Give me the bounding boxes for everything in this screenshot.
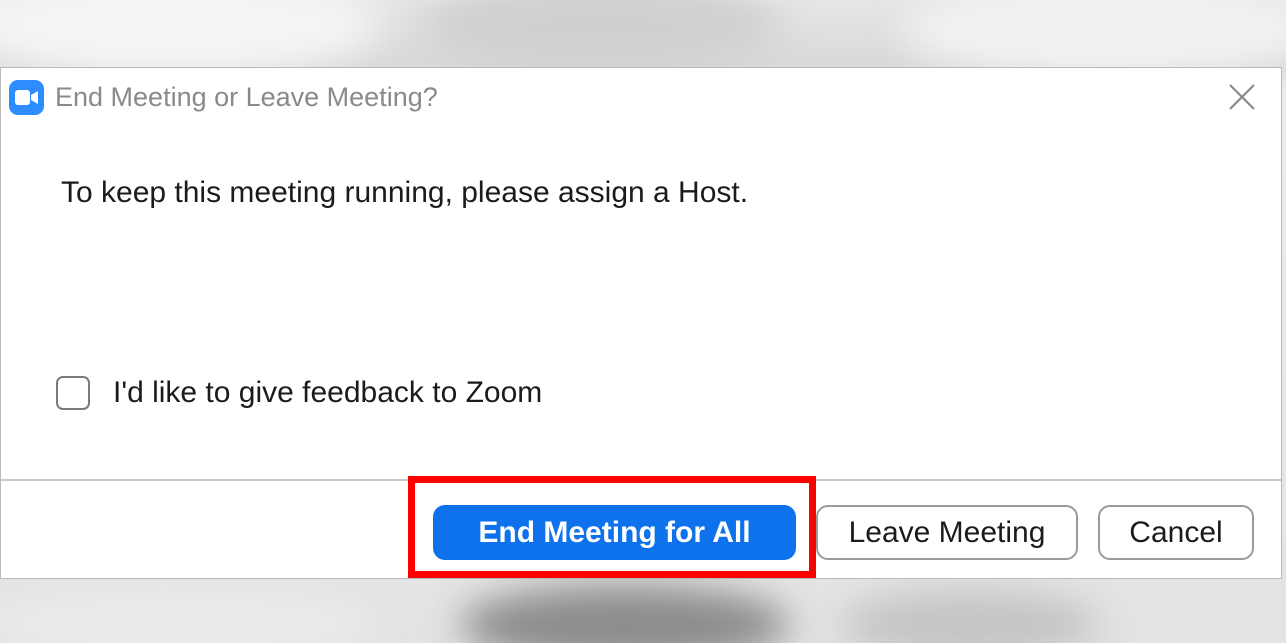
- dialog-titlebar: End Meeting or Leave Meeting?: [1, 68, 1281, 128]
- background-blur-shape: [460, 585, 790, 643]
- end-meeting-for-all-button[interactable]: End Meeting for All: [433, 505, 796, 560]
- end-meeting-dialog: End Meeting or Leave Meeting? To keep th…: [0, 67, 1282, 579]
- background-blur-shape: [420, 0, 780, 70]
- feedback-checkbox-label[interactable]: I'd like to give feedback to Zoom: [113, 376, 542, 410]
- dialog-title: End Meeting or Leave Meeting?: [55, 82, 438, 112]
- dialog-message: To keep this meeting running, please ass…: [61, 176, 749, 209]
- background-blur-shape: [0, 590, 380, 643]
- footer-divider: [1, 479, 1281, 481]
- background-blur-shape: [840, 590, 1100, 643]
- close-icon[interactable]: [1227, 82, 1257, 112]
- leave-meeting-button[interactable]: Leave Meeting: [816, 505, 1078, 560]
- feedback-checkbox-row[interactable]: I'd like to give feedback to Zoom: [56, 373, 542, 413]
- feedback-checkbox[interactable]: [56, 376, 90, 410]
- zoom-camera-icon: [9, 80, 44, 115]
- cancel-button[interactable]: Cancel: [1098, 505, 1254, 560]
